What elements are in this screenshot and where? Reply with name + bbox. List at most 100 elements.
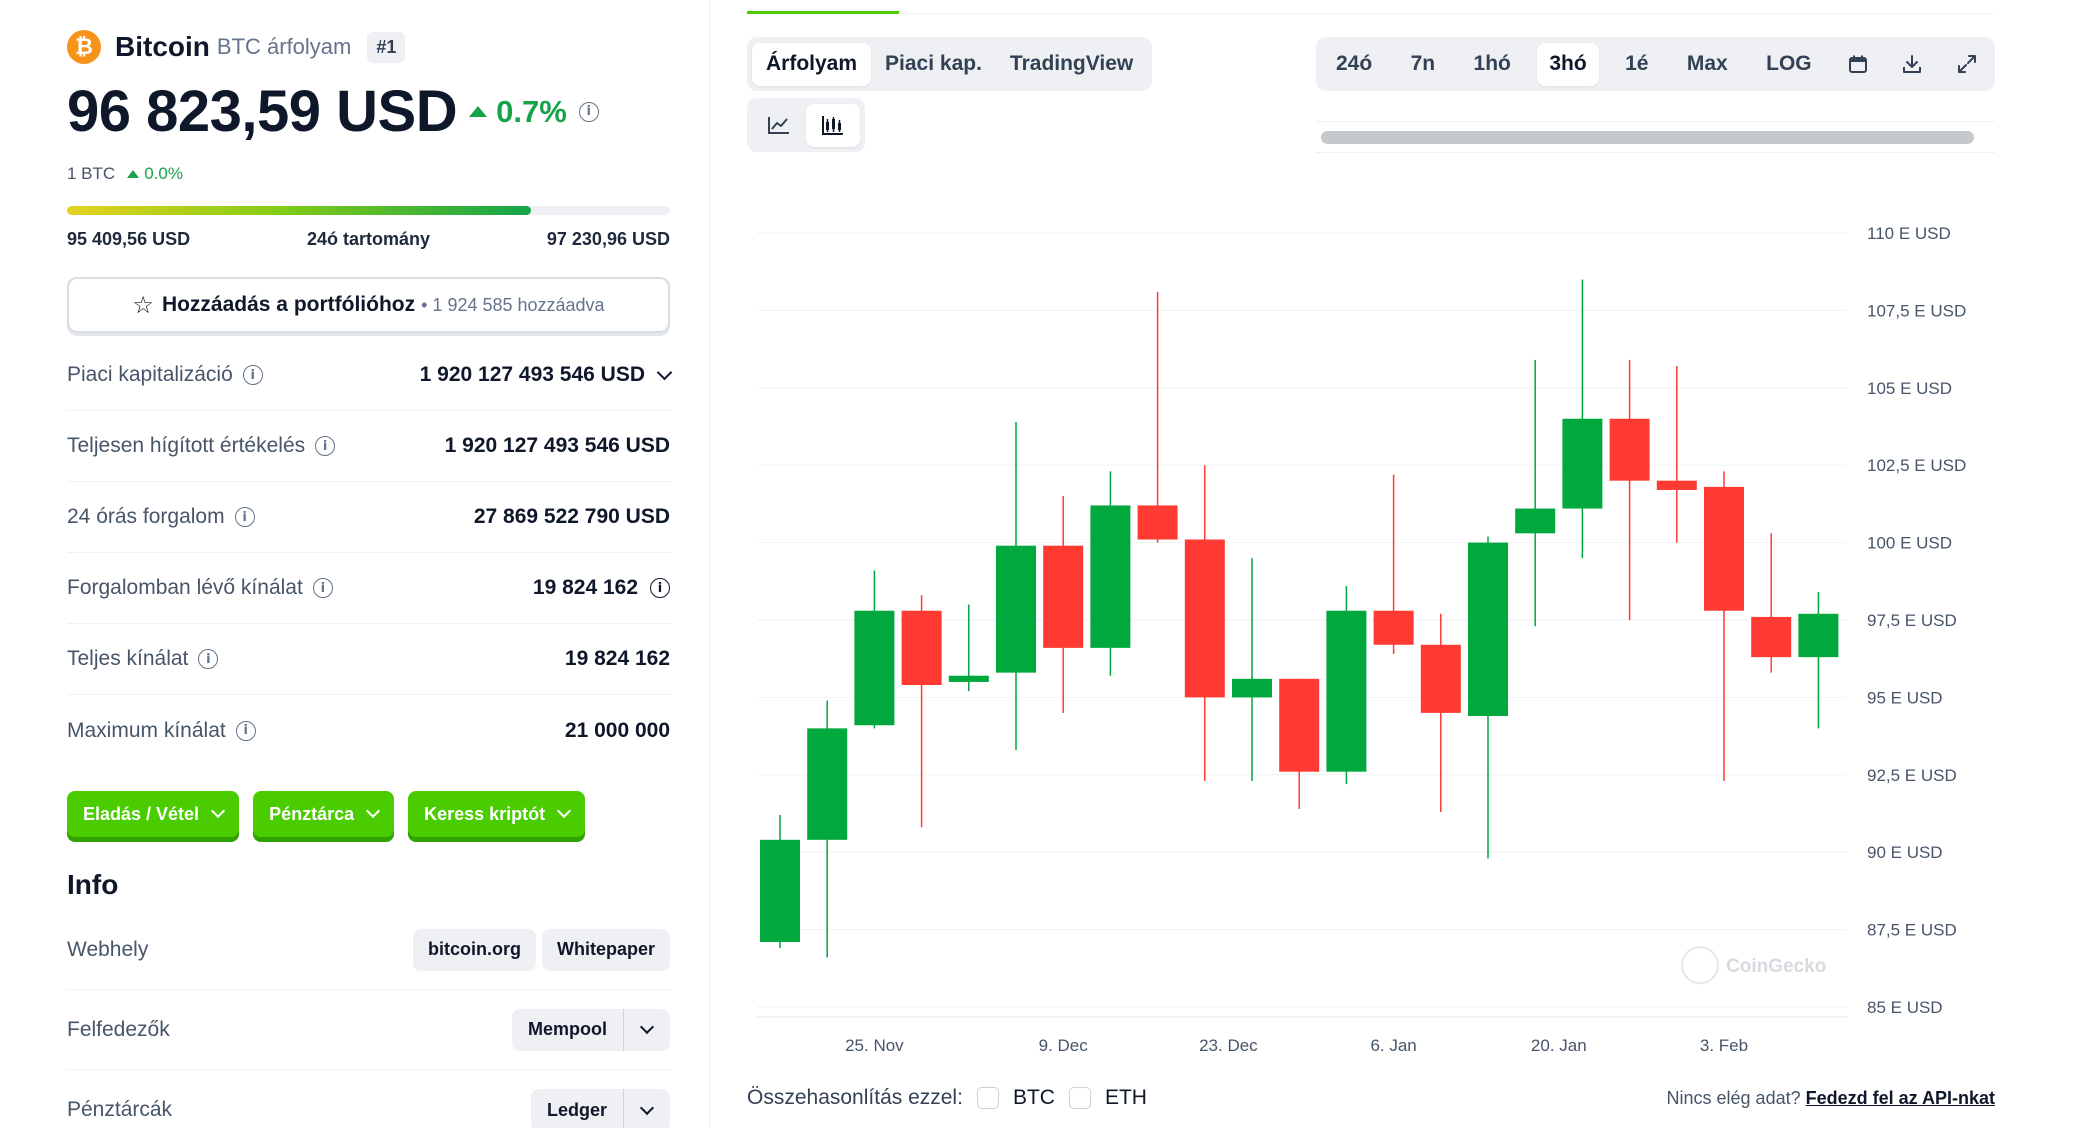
coingecko-watermark-icon: [1681, 946, 1719, 985]
tab-price[interactable]: Árfolyam: [752, 42, 872, 86]
chevron-down-icon: [366, 803, 381, 819]
time-range-tabs: 24ó 7n 1hó 3hó 1é Max LOG: [1316, 37, 1995, 91]
range-1y[interactable]: 1é: [1613, 43, 1660, 86]
wallet-dropdown-toggle[interactable]: [624, 1089, 670, 1128]
explorer-link[interactable]: Mempool: [512, 1008, 624, 1051]
compare-eth-label[interactable]: ETH: [1105, 1086, 1147, 1110]
website-link[interactable]: bitcoin.org: [412, 928, 536, 971]
chevron-down-icon: [639, 1100, 655, 1115]
info-icon[interactable]: i: [315, 436, 336, 456]
search-crypto-button[interactable]: Keress kriptót: [408, 791, 586, 837]
scrollbar-thumb[interactable]: [1321, 131, 1974, 144]
candle-body: [1562, 418, 1603, 509]
price-change: 0.7%: [469, 94, 567, 130]
compare-btc-checkbox[interactable]: [976, 1087, 999, 1109]
tab-market-cap[interactable]: Piaci kap.: [871, 43, 996, 86]
compare-eth-checkbox[interactable]: [1068, 1087, 1091, 1109]
candle-body: [760, 839, 800, 942]
download-icon: [1903, 55, 1922, 73]
explorer-dropdown-toggle[interactable]: [624, 1009, 670, 1051]
wallet-button[interactable]: Pénztárca: [253, 791, 395, 837]
candle-body: [1515, 508, 1556, 534]
candle-body: [1373, 610, 1414, 645]
stat-volume-24h: 24 órás forgalom i 27 869 522 790 USD: [67, 482, 670, 553]
expand-icon: [1957, 55, 1976, 73]
btc-change: 0.0%: [127, 164, 183, 184]
api-link[interactable]: Fedezd fel az API-nkat: [1806, 1088, 1995, 1108]
range-max[interactable]: Max: [1675, 43, 1740, 86]
candle-body: [1326, 610, 1367, 772]
button-label: Pénztárca: [269, 803, 355, 824]
panel-divider: [709, 0, 710, 1128]
calendar-button[interactable]: [1838, 43, 1878, 86]
btc-unit: 1 BTC: [67, 164, 116, 183]
stat-value: 27 869 522 790 USD: [473, 505, 670, 528]
y-tick-label: 95 E USD: [1867, 688, 1943, 707]
api-note-text: Nincs elég adat?: [1666, 1088, 1801, 1108]
info-icon[interactable]: i: [198, 649, 219, 669]
range-24h-fill: [67, 206, 532, 215]
candlestick-chart[interactable]: 85 E USD 87,5 E USD 90 E USD 92,5 E USD 95 E…: [747, 200, 2017, 1060]
info-label: Felfedezők: [67, 1017, 170, 1041]
candle-body: [1232, 678, 1272, 698]
x-tick-label: 3. Feb: [1700, 1036, 1748, 1055]
y-tick-label: 102,5 E USD: [1867, 456, 1966, 475]
market-cap-toggle[interactable]: 1 920 127 493 546 USD: [420, 363, 673, 387]
candle-body: [1090, 505, 1131, 648]
watermark-label: CoinGecko: [1726, 956, 1826, 977]
info-row-website: Webhely bitcoin.org Whitepaper: [67, 910, 670, 990]
portfolio-count: • 1 924 585 hozzáadva: [421, 294, 605, 315]
chart-type-toggle: [747, 98, 865, 152]
range-24h[interactable]: 24ó: [1324, 43, 1384, 86]
info-icon[interactable]: i: [312, 578, 333, 598]
whitepaper-link[interactable]: Whitepaper: [541, 928, 670, 971]
range-3m[interactable]: 3hó: [1537, 42, 1599, 86]
range-log[interactable]: LOG: [1754, 43, 1824, 86]
wallet-dropdown: Ledger: [530, 1089, 670, 1128]
buy-sell-button[interactable]: Eladás / Vétel: [67, 791, 240, 837]
fullscreen-button[interactable]: [1947, 43, 1987, 86]
info-heading: Info: [67, 869, 119, 900]
tab-tradingview[interactable]: TradingView: [996, 43, 1147, 86]
y-tick-label: 87,5 E USD: [1867, 921, 1957, 940]
info-icon[interactable]: i: [242, 365, 263, 385]
button-label: Eladás / Vétel: [83, 803, 200, 824]
candle-body: [1751, 616, 1792, 658]
range-7d[interactable]: 7n: [1399, 43, 1448, 86]
portfolio-label: Hozzáadás a portfólióhoz: [161, 293, 416, 316]
range-1m[interactable]: 1hó: [1462, 43, 1523, 86]
stat-value: 19 824 162: [532, 576, 638, 599]
compare-row: Összehasonlítás ezzel: BTC ETH: [747, 1086, 1161, 1110]
action-buttons: Eladás / Vétel Pénztárca Keress kriptót: [67, 791, 599, 837]
y-tick-label: 100 E USD: [1867, 534, 1952, 553]
candle-body: [854, 610, 895, 726]
wallet-link[interactable]: Ledger: [531, 1089, 624, 1128]
range-low: 95 409,56 USD: [67, 229, 191, 249]
button-label: Keress kriptót: [424, 803, 546, 824]
y-tick-label: 97,5 E USD: [1867, 611, 1957, 630]
stat-label: 24 órás forgalom: [67, 505, 225, 528]
x-tick-label: 25. Nov: [845, 1036, 904, 1055]
candle-body: [1043, 545, 1084, 648]
chart-range-scrollbar[interactable]: [1316, 121, 1995, 153]
download-button[interactable]: [1892, 43, 1932, 86]
stat-label: Teljes kínálat: [67, 647, 189, 670]
range-high: 97 230,96 USD: [546, 229, 670, 249]
candle-body: [1468, 542, 1508, 716]
add-to-portfolio-button[interactable]: ☆ Hozzáadás a portfólióhoz • 1 924 585 h…: [67, 277, 670, 333]
chevron-down-icon: [656, 364, 673, 380]
y-tick-label: 85 E USD: [1867, 998, 1943, 1017]
line-chart-button[interactable]: [752, 104, 806, 147]
info-icon[interactable]: i: [234, 507, 255, 527]
coin-name: Bitcoin: [115, 31, 210, 62]
compare-btc-label[interactable]: BTC: [1013, 1086, 1055, 1110]
info-icon[interactable]: i: [578, 101, 599, 122]
range-24h-labels: 95 409,56 USD 24ó tartomány 97 230,96 US…: [67, 229, 670, 250]
stat-label: Piaci kapitalizáció: [67, 363, 233, 386]
current-price: 96 823,59 USD: [67, 79, 458, 144]
info-icon[interactable]: i: [650, 578, 670, 598]
price-row: 96 823,59 USD 0.7% i: [67, 78, 599, 145]
info-icon[interactable]: i: [235, 720, 256, 741]
stat-max-supply: Maximum kínálat i 21 000 000: [67, 695, 670, 766]
candlestick-chart-button[interactable]: [806, 103, 860, 147]
